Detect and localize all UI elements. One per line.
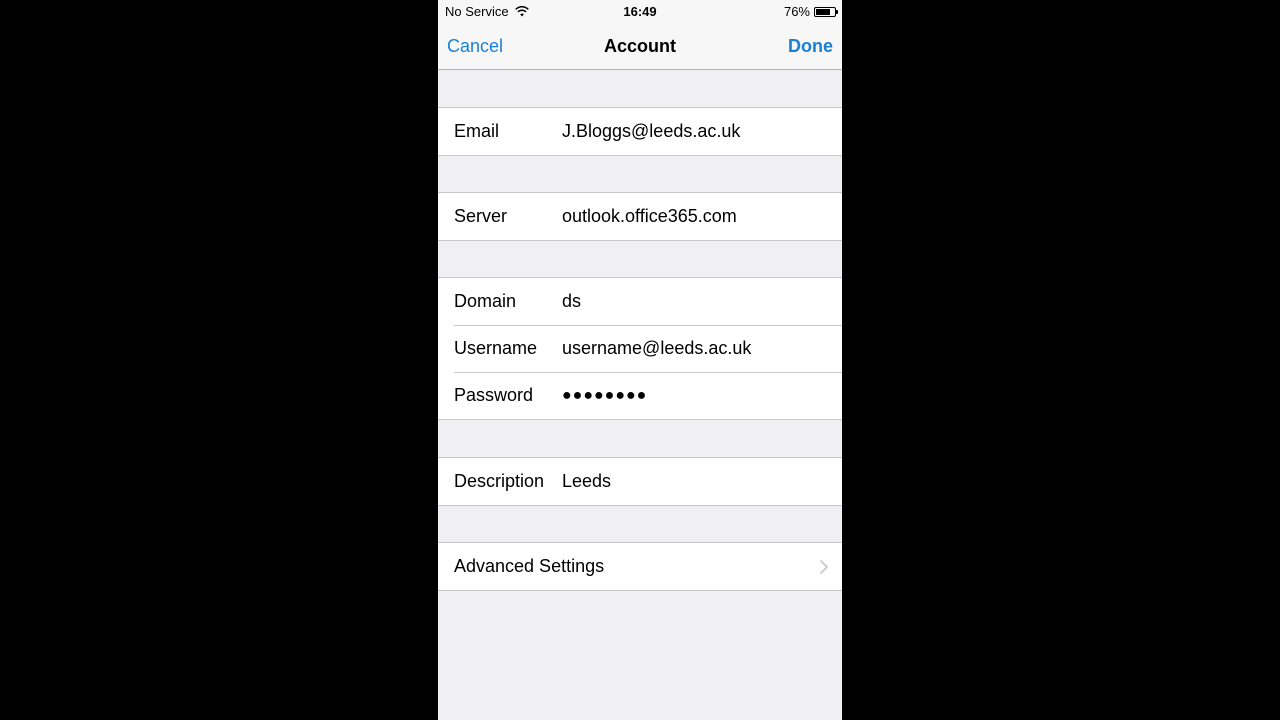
battery-percent: 76%	[783, 4, 810, 19]
advanced-settings-label: Advanced Settings	[454, 556, 605, 576]
password-row[interactable]: Password ●●●●●●●●	[438, 372, 842, 419]
advanced-group: Advanced Settings	[438, 542, 842, 591]
status-time: 16:49	[623, 4, 657, 19]
description-field[interactable]: Leeds	[562, 471, 611, 492]
advanced-settings-row[interactable]: Advanced Settings	[438, 543, 842, 590]
chevron-right-icon	[820, 558, 828, 579]
done-button[interactable]: Done	[788, 36, 833, 57]
email-group: Email J.Bloggs@leeds.ac.uk	[438, 107, 842, 156]
server-label: Server	[454, 206, 508, 226]
battery-fill	[816, 8, 830, 15]
cancel-button[interactable]: Cancel	[447, 36, 503, 57]
domain-label: Domain	[454, 291, 517, 311]
email-field[interactable]: J.Bloggs@leeds.ac.uk	[562, 121, 740, 142]
description-row[interactable]: Description Leeds	[438, 458, 842, 505]
password-label: Password	[454, 385, 534, 405]
phone-screen: No Service 16:49 76% Cancel Account Done…	[438, 0, 842, 720]
description-label: Description	[454, 471, 545, 491]
email-label: Email	[454, 121, 500, 141]
description-group: Description Leeds	[438, 457, 842, 506]
status-bar: No Service 16:49 76%	[438, 0, 842, 22]
domain-field[interactable]: ds	[562, 291, 581, 312]
server-field[interactable]: outlook.office365.com	[562, 206, 737, 227]
username-row[interactable]: Username username@leeds.ac.uk	[438, 325, 842, 372]
status-right: 76%	[783, 4, 838, 19]
domain-row[interactable]: Domain ds	[438, 278, 842, 325]
navigation-bar: Cancel Account Done	[438, 22, 842, 70]
username-label: Username	[454, 338, 538, 358]
username-field[interactable]: username@leeds.ac.uk	[562, 338, 751, 359]
battery-icon	[814, 6, 838, 17]
server-group: Server outlook.office365.com	[438, 192, 842, 241]
credentials-group: Domain ds Username username@leeds.ac.uk …	[438, 277, 842, 420]
email-row[interactable]: Email J.Bloggs@leeds.ac.uk	[438, 108, 842, 155]
password-field[interactable]: ●●●●●●●●	[562, 387, 647, 405]
server-row[interactable]: Server outlook.office365.com	[438, 193, 842, 240]
